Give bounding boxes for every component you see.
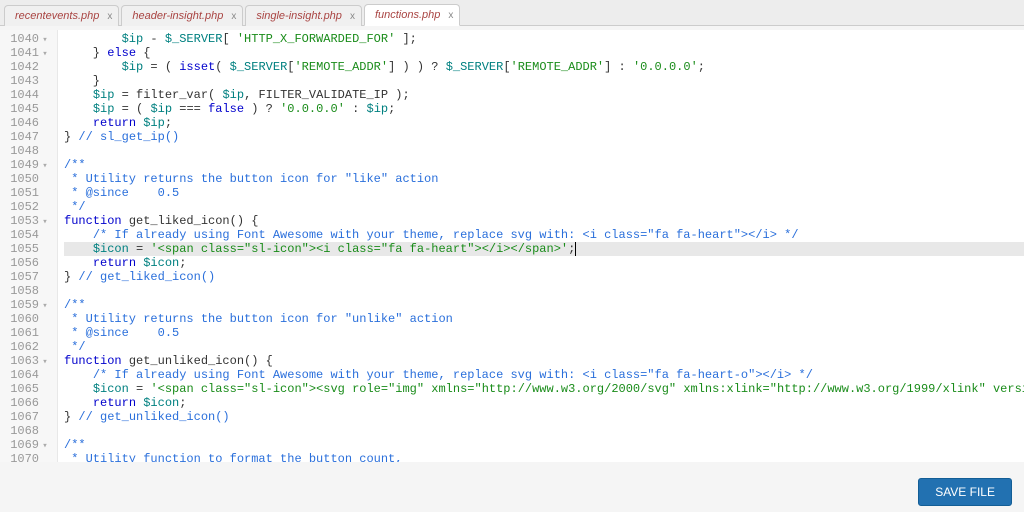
- line-number: 1052: [4, 200, 49, 214]
- line-number: 1067: [4, 410, 49, 424]
- code-line[interactable]: } // sl_get_ip(): [64, 130, 1024, 144]
- code-line[interactable]: } // get_unliked_icon(): [64, 410, 1024, 424]
- fold-icon[interactable]: ▾: [41, 159, 49, 173]
- tab-label: header-insight.php: [132, 10, 223, 22]
- line-number: 1066: [4, 396, 49, 410]
- fold-icon[interactable]: ▾: [41, 299, 49, 313]
- line-number: 1065: [4, 382, 49, 396]
- line-number: 1043: [4, 74, 49, 88]
- line-number: 1049▾: [4, 158, 49, 172]
- code-line[interactable]: * Utility returns the button icon for "l…: [64, 172, 1024, 186]
- close-icon[interactable]: x: [350, 11, 355, 22]
- line-number: 1059▾: [4, 298, 49, 312]
- tab-label: recentevents.php: [15, 10, 99, 22]
- tab-single-insight-php[interactable]: single-insight.php x: [245, 5, 362, 26]
- line-number: 1060: [4, 312, 49, 326]
- code-line[interactable]: $icon = '<span class="sl-icon"><svg role…: [64, 382, 1024, 396]
- line-number: 1063▾: [4, 354, 49, 368]
- line-gutter: 1040▾1041▾104210431044104510461047104810…: [0, 30, 58, 462]
- code-line[interactable]: [64, 424, 1024, 438]
- line-number: 1040▾: [4, 32, 49, 46]
- line-number: 1045: [4, 102, 49, 116]
- code-line[interactable]: * Utility returns the button icon for "u…: [64, 312, 1024, 326]
- code-line[interactable]: } else {: [64, 46, 1024, 60]
- line-number: 1064: [4, 368, 49, 382]
- line-number: 1042: [4, 60, 49, 74]
- tab-header-insight-php[interactable]: header-insight.php x: [121, 5, 243, 26]
- code-line[interactable]: $ip = filter_var( $ip, FILTER_VALIDATE_I…: [64, 88, 1024, 102]
- code-line[interactable]: /**: [64, 158, 1024, 172]
- code-line[interactable]: function get_liked_icon() {: [64, 214, 1024, 228]
- line-number: 1061: [4, 326, 49, 340]
- close-icon[interactable]: x: [107, 11, 112, 22]
- code-line[interactable]: $ip - $_SERVER[ 'HTTP_X_FORWARDED_FOR' ]…: [64, 32, 1024, 46]
- fold-icon[interactable]: ▾: [41, 47, 49, 61]
- tab-bar: recentevents.phpxheader-insight.phpxsing…: [0, 0, 1024, 26]
- code-line[interactable]: [64, 284, 1024, 298]
- code-line[interactable]: return $ip;: [64, 116, 1024, 130]
- code-line[interactable]: */: [64, 200, 1024, 214]
- line-number: 1070: [4, 452, 49, 466]
- line-number: 1056: [4, 256, 49, 270]
- save-file-button[interactable]: SAVE FILE: [918, 478, 1012, 506]
- code-line[interactable]: /* If already using Font Awesome with yo…: [64, 368, 1024, 382]
- code-line[interactable]: $icon = '<span class="sl-icon"><i class=…: [64, 242, 1024, 256]
- line-number: 1041▾: [4, 46, 49, 60]
- code-line[interactable]: /**: [64, 438, 1024, 452]
- code-line[interactable]: * @since 0.5: [64, 186, 1024, 200]
- line-number: 1057: [4, 270, 49, 284]
- line-number: 1068: [4, 424, 49, 438]
- line-number: 1055: [4, 242, 49, 256]
- fold-icon[interactable]: ▾: [41, 355, 49, 369]
- tab-recentevents-php[interactable]: recentevents.php x: [4, 5, 119, 26]
- line-number: 1051: [4, 186, 49, 200]
- close-icon[interactable]: x: [448, 10, 453, 21]
- tab-functions-php[interactable]: functions.php x: [364, 4, 460, 26]
- line-number: 1069▾: [4, 438, 49, 452]
- line-number: 1062: [4, 340, 49, 354]
- line-number: 1048: [4, 144, 49, 158]
- line-number: 1046: [4, 116, 49, 130]
- fold-icon[interactable]: ▾: [41, 439, 49, 453]
- line-number: 1044: [4, 88, 49, 102]
- code-line[interactable]: /**: [64, 298, 1024, 312]
- line-number: 1054: [4, 228, 49, 242]
- close-icon[interactable]: x: [231, 11, 236, 22]
- code-area[interactable]: $ip - $_SERVER[ 'HTTP_X_FORWARDED_FOR' ]…: [58, 30, 1024, 462]
- fold-icon[interactable]: ▾: [41, 33, 49, 47]
- code-line[interactable]: [64, 144, 1024, 158]
- code-line[interactable]: return $icon;: [64, 256, 1024, 270]
- code-line[interactable]: function get_unliked_icon() {: [64, 354, 1024, 368]
- code-line[interactable]: */: [64, 340, 1024, 354]
- line-number: 1047: [4, 130, 49, 144]
- code-line[interactable]: $ip = ( $ip === false ) ? '0.0.0.0' : $i…: [64, 102, 1024, 116]
- code-line[interactable]: * @since 0.5: [64, 326, 1024, 340]
- fold-icon[interactable]: ▾: [41, 215, 49, 229]
- tab-label: functions.php: [375, 9, 440, 21]
- line-number: 1050: [4, 172, 49, 186]
- tab-label: single-insight.php: [256, 10, 342, 22]
- code-line[interactable]: return $icon;: [64, 396, 1024, 410]
- footer: SAVE FILE: [918, 478, 1012, 506]
- line-number: 1053▾: [4, 214, 49, 228]
- line-number: 1058: [4, 284, 49, 298]
- code-line[interactable]: }: [64, 74, 1024, 88]
- code-line[interactable]: } // get_liked_icon(): [64, 270, 1024, 284]
- code-editor[interactable]: 1040▾1041▾104210431044104510461047104810…: [0, 26, 1024, 466]
- code-line[interactable]: /* If already using Font Awesome with yo…: [64, 228, 1024, 242]
- code-line[interactable]: $ip = ( isset( $_SERVER['REMOTE_ADDR'] )…: [64, 60, 1024, 74]
- code-line[interactable]: * Utility function to format the button …: [64, 452, 1024, 462]
